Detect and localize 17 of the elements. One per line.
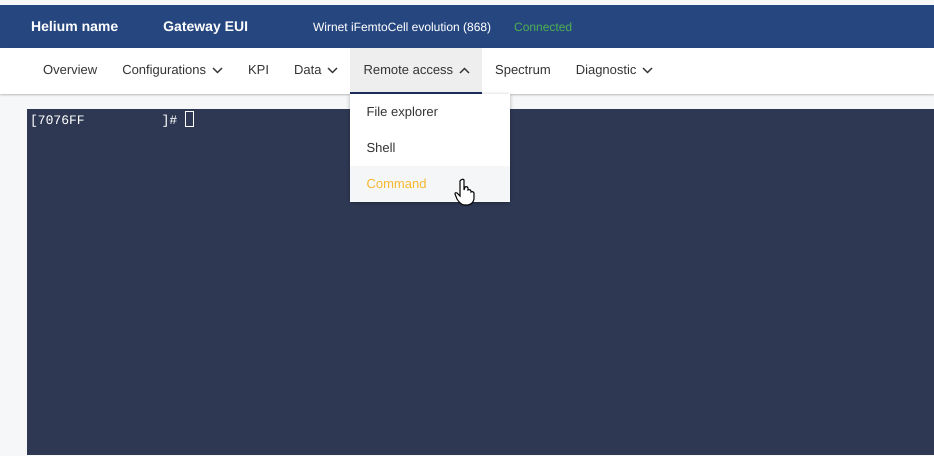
terminal-prompt: ]# [162, 112, 178, 130]
nav-tab[interactable]: Data [280, 48, 350, 94]
helium-name: Helium name [31, 17, 118, 36]
nav-tab[interactable]: Spectrum [482, 48, 563, 94]
connection-status: Connected [514, 18, 572, 36]
nav-tab[interactable]: Overview [30, 48, 110, 94]
gateway-eui: Gateway EUI [163, 17, 248, 36]
menu-item[interactable]: File explorer [350, 94, 510, 130]
nav-tab[interactable]: Configurations [109, 48, 236, 94]
terminal-cursor [185, 111, 194, 127]
nav-tab[interactable]: Diagnostic [562, 48, 666, 94]
nav-tab[interactable]: Remote access [350, 48, 482, 94]
terminal-host: [7076FF [30, 112, 85, 130]
menu-item[interactable]: Shell [350, 130, 510, 166]
gateway-model: Wirnet iFemtoCell evolution (868) [312, 18, 492, 36]
pointer-hand-icon [454, 178, 476, 206]
nav-tab[interactable]: KPI [235, 48, 281, 94]
